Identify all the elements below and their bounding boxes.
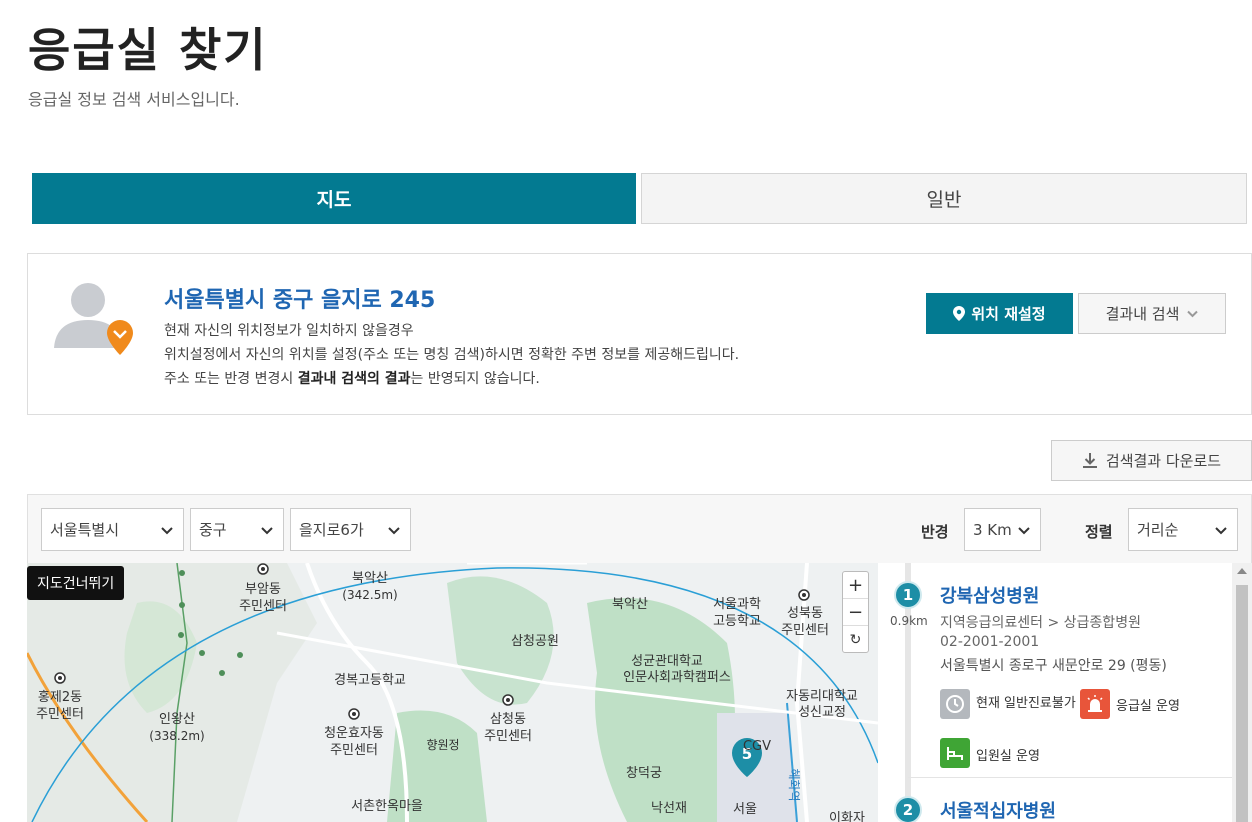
zoom-control: + − ↻ [842,571,869,653]
list-scrollbar[interactable] [1232,563,1252,822]
radius-label: 반경 [921,523,949,541]
hospital-address: 서울특별시 종로구 새문안로 29 (평동) [940,658,1167,674]
filter-bar: 서울특별시 중구 을지로6가 반경 3 Km 정렬 거리순 [27,494,1252,563]
zoom-out-button[interactable]: − [843,599,868,626]
map-label: 향원정 [426,738,459,752]
zoom-in-button[interactable]: + [843,572,868,599]
radius-select[interactable]: 3 Km [964,508,1041,551]
download-icon [1082,453,1097,468]
siren-icon [1080,689,1110,719]
list-divider [908,777,1238,778]
map-label: 이화자 [829,811,865,822]
map-label: 서울 [733,802,757,817]
reset-location-button[interactable]: 위치 재설정 [926,293,1073,334]
map-label: 청운효자동 [324,726,384,741]
scroll-thumb[interactable] [1236,585,1248,822]
map-label: 성북동 [787,606,823,621]
city-select[interactable]: 서울특별시 [41,508,184,551]
hospital-name-link[interactable]: 강북삼성병원 [940,582,1039,608]
skip-map-link[interactable]: 지도건너뛰기 [27,566,125,600]
map-label: 서촌한옥마을 [351,799,423,814]
map-label: 성균관대학교 [631,654,703,669]
map-label: 창덕궁 [626,766,662,781]
map-label: (342.5m) [342,588,397,602]
result-number-badge: 1 [894,581,922,609]
chevron-down-icon [1187,310,1199,317]
map-label: 주민센터 [484,729,532,744]
dong-select[interactable]: 을지로6가 [290,508,411,551]
hospital-phone: 02-2001-2001 [940,634,1040,650]
map-label: 주민센터 [330,743,378,758]
map-label: 고등학교 [713,614,761,629]
map-label: 인문사회과학캠퍼스 [623,670,731,685]
chevron-down-icon [1215,527,1227,535]
hospital-name-link[interactable]: 서울적십자병원 [940,797,1056,822]
user-location-icon [52,276,136,360]
district-select[interactable]: 중구 [190,508,284,551]
result-number-badge: 2 [894,796,922,822]
map-label: 북악산 [352,571,388,586]
hospital-list: 1 0.9km 강북삼성병원 지역응급의료센터 > 상급종합병원 02-2001… [878,563,1252,822]
refresh-icon[interactable]: ↻ [843,626,868,653]
map-label: 경복고등학교 [334,673,406,688]
map-label: 주민센터 [36,707,84,722]
location-notice-3: 주소 또는 반경 변경시 결과내 검색의 결과는 반영되지 않습니다. [164,371,540,387]
chevron-down-icon [1018,527,1030,535]
map-label: 홍제2동 [38,690,82,705]
map-label: 인왕산 [159,712,195,727]
map-label: CGV [743,739,771,754]
map-label: 부암동 [245,582,281,597]
chevron-down-icon [261,527,273,535]
scroll-up-icon[interactable] [1237,568,1247,574]
status-emergency-room: 응급실 운영 [1080,689,1220,719]
status-ward: 입원실 운영 [940,738,1100,768]
map-label: 혜화역 [787,768,801,801]
map-canvas: 5 북악산 (342.5m) 부암동 주민센터 홍제2동 주민센터 인왕산 (3… [27,563,878,822]
map-label: 자동리대학교 [786,689,858,704]
location-panel: 서울특별시 중구 을지로 245 현재 자신의 위치정보가 일치하지 않을경우 … [27,253,1252,415]
hospital-category: 지역응급의료센터 > 상급종합병원 [940,615,1141,631]
map-pin-icon [953,306,966,321]
map-label: 성신교정 [798,705,846,720]
sort-label: 정렬 [1085,523,1113,541]
search-within-results-button[interactable]: 결과내 검색 [1078,293,1226,334]
chevron-down-icon [161,527,173,535]
page-title: 응급실 찾기 [28,23,268,77]
bed-icon [940,738,970,768]
map-label: 주민센터 [781,623,829,638]
map-label: 주민센터 [239,599,287,614]
map-label: 북악산 [612,597,648,612]
view-tabs: 지도 일반 [32,173,1247,224]
location-notice-2: 위치설정에서 자신의 위치를 설정(주소 또는 명칭 검색)하시면 정확한 주변… [164,347,740,363]
map-label: (338.2m) [149,729,204,743]
map-label: 삼청공원 [511,634,559,649]
map-label: 서울과학 [713,597,761,612]
download-results-button[interactable]: 검색결과 다운로드 [1051,440,1252,481]
map-label: 낙선재 [651,801,687,816]
clock-icon [940,689,970,719]
status-general: 현재 일반진료불가 [940,689,1080,719]
current-address: 서울특별시 중구 을지로 245 [164,288,436,313]
location-notice-1: 현재 자신의 위치정보가 일치하지 않을경우 [164,323,414,339]
tab-general[interactable]: 일반 [641,173,1247,224]
sort-select[interactable]: 거리순 [1128,508,1238,551]
chevron-down-icon [388,527,400,535]
page-subtitle: 응급실 정보 검색 서비스입니다. [28,90,240,109]
tab-map[interactable]: 지도 [32,173,636,224]
map-label: 삼청동 [490,712,526,727]
map-view[interactable]: 5 북악산 (342.5m) 부암동 주민센터 홍제2동 주민센터 인왕산 (3… [27,563,878,822]
distance-text: 0.9km [890,614,928,628]
